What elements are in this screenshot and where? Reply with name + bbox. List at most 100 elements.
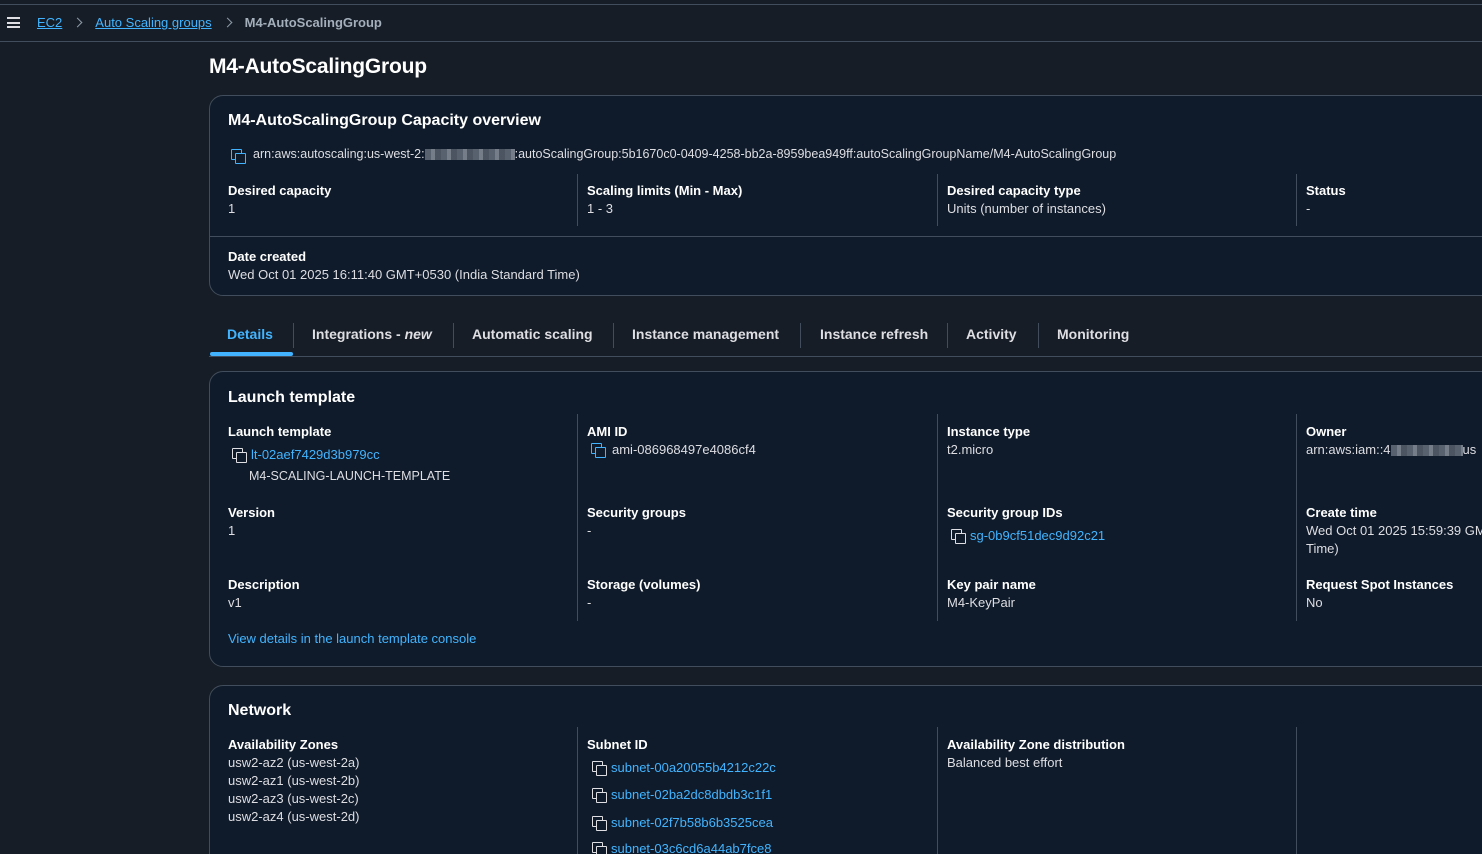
chevron-right-icon: [72, 17, 83, 28]
tab-separator: [453, 323, 454, 348]
desired-capacity-value: 1: [228, 201, 236, 216]
tab-instance-refresh[interactable]: Instance refresh: [820, 326, 928, 342]
key-pair-label: Key pair name: [947, 577, 1036, 592]
copy-icon[interactable]: [592, 842, 607, 854]
security-groups-value: -: [587, 523, 592, 538]
chevron-right-icon: [222, 17, 233, 28]
tab-separator: [293, 323, 294, 348]
ami-id-label: AMI ID: [587, 424, 628, 439]
version-label: Version: [228, 505, 275, 520]
copy-icon[interactable]: [592, 788, 607, 803]
copy-icon[interactable]: [591, 443, 606, 458]
availability-zone-item: usw2-az3 (us-west-2c): [228, 791, 359, 806]
az-distribution-label: Availability Zone distribution: [947, 737, 1125, 752]
breadcrumb: EC2 Auto Scaling groups M4-AutoScalingGr…: [37, 15, 382, 30]
tab-separator: [613, 323, 614, 348]
storage-label: Storage (volumes): [587, 577, 701, 592]
create-time-label: Create time: [1306, 505, 1377, 520]
asg-arn: arn:aws:autoscaling:us-west-2::autoScali…: [253, 147, 1117, 161]
capacity-overview-title: M4-AutoScalingGroup Capacity overview: [228, 112, 541, 129]
copy-arn-icon[interactable]: [231, 149, 246, 164]
subnet-link[interactable]: subnet-02ba2dc8dbdb3c1f1: [611, 787, 772, 802]
owner-label: Owner: [1306, 424, 1347, 439]
ami-id-value: ami-086968497e4086cf4: [612, 442, 756, 457]
subnet-link[interactable]: subnet-03c6cd6a44ab7fce8: [611, 841, 771, 854]
network-title: Network: [228, 702, 292, 719]
active-tab-indicator: [210, 352, 293, 356]
menu-icon[interactable]: [7, 17, 20, 28]
redacted-account-id: [424, 149, 515, 161]
tab-separator: [800, 323, 801, 348]
launch-template-console-link[interactable]: View details in the launch template cons…: [228, 631, 476, 646]
storage-value: -: [587, 595, 592, 610]
desired-capacity-label: Desired capacity: [228, 183, 332, 198]
divider: [937, 414, 938, 621]
description-label: Description: [228, 577, 300, 592]
divider: [210, 236, 1482, 237]
tab-separator: [1038, 323, 1039, 348]
instance-type-value: t2.micro: [947, 442, 994, 457]
divider: [577, 414, 578, 621]
divider: [1296, 174, 1297, 226]
new-tag: new: [404, 326, 432, 342]
date-created-label: Date created: [228, 249, 307, 264]
security-group-id-link[interactable]: sg-0b9cf51dec9d92c21: [970, 528, 1105, 543]
detail-tabs: Details Integrations - new Automatic sca…: [209, 318, 1482, 357]
divider: [937, 727, 938, 854]
divider: [1296, 414, 1297, 621]
spot-instances-label: Request Spot Instances: [1306, 577, 1454, 592]
tab-monitoring[interactable]: Monitoring: [1057, 326, 1129, 342]
description-value: v1: [228, 595, 242, 610]
capacity-overview-card: M4-AutoScalingGroup Capacity overview ar…: [209, 95, 1482, 296]
date-created-value: Wed Oct 01 2025 16:11:40 GMT+0530 (India…: [228, 267, 580, 282]
divider: [1296, 727, 1297, 854]
launch-template-id-link[interactable]: lt-02aef7429d3b979cc: [251, 447, 380, 462]
status-value: -: [1306, 201, 1311, 216]
availability-zones-label: Availability Zones: [228, 737, 339, 752]
launch-template-name: M4-SCALING-LAUNCH-TEMPLATE: [249, 469, 451, 483]
spot-instances-value: No: [1306, 595, 1323, 610]
breadcrumb-auto-scaling-groups[interactable]: Auto Scaling groups: [95, 15, 211, 30]
copy-icon[interactable]: [592, 816, 607, 831]
subnet-link[interactable]: subnet-02f7b58b6b3525cea: [611, 815, 773, 830]
copy-icon[interactable]: [951, 529, 966, 544]
instance-type-label: Instance type: [947, 424, 1031, 439]
status-label: Status: [1306, 183, 1346, 198]
divider: [577, 727, 578, 854]
breadcrumb-ec2[interactable]: EC2: [37, 15, 62, 30]
tab-separator: [947, 323, 948, 348]
capacity-type-label: Desired capacity type: [947, 183, 1081, 198]
tab-activity[interactable]: Activity: [966, 326, 1017, 342]
security-groups-label: Security groups: [587, 505, 686, 520]
subnet-link[interactable]: subnet-00a20055b4212c22c: [611, 760, 776, 775]
security-group-ids-label: Security group IDs: [947, 505, 1063, 520]
divider: [577, 174, 578, 226]
subnet-id-label: Subnet ID: [587, 737, 648, 752]
create-time-value-line2: Time): [1306, 541, 1339, 556]
launch-template-title: Launch template: [228, 389, 356, 406]
scaling-limits-value: 1 - 3: [587, 201, 614, 216]
copy-icon[interactable]: [592, 761, 607, 776]
key-pair-value: M4-KeyPair: [947, 595, 1015, 610]
divider: [937, 174, 938, 226]
create-time-value-line1: Wed Oct 01 2025 15:59:39 GM: [1306, 523, 1482, 538]
availability-zone-item: usw2-az4 (us-west-2d): [228, 809, 360, 824]
network-card: Network Availability Zones usw2-az2 (us-…: [209, 685, 1482, 854]
page-title: M4-AutoScalingGroup: [209, 55, 427, 78]
version-value: 1: [228, 523, 236, 538]
tab-instance-management[interactable]: Instance management: [632, 326, 779, 342]
top-navigation-bar: EC2 Auto Scaling groups M4-AutoScalingGr…: [0, 5, 1482, 42]
az-distribution-value: Balanced best effort: [947, 755, 1063, 770]
scaling-limits-label: Scaling limits (Min - Max): [587, 183, 743, 198]
owner-value: arn:aws:iam::4 us: [1306, 442, 1477, 457]
lt-label: Launch template: [228, 424, 332, 439]
tab-integrations[interactable]: Integrations - new: [312, 326, 432, 342]
launch-template-card: Launch template Launch template lt-02aef…: [209, 371, 1482, 667]
breadcrumb-current: M4-AutoScalingGroup: [244, 15, 382, 30]
redacted-account-id: [1390, 445, 1463, 457]
tab-automatic-scaling[interactable]: Automatic scaling: [472, 326, 593, 342]
copy-icon[interactable]: [232, 448, 247, 463]
capacity-type-value: Units (number of instances): [947, 201, 1106, 216]
tab-details[interactable]: Details: [227, 326, 273, 342]
availability-zone-item: usw2-az2 (us-west-2a): [228, 755, 360, 770]
